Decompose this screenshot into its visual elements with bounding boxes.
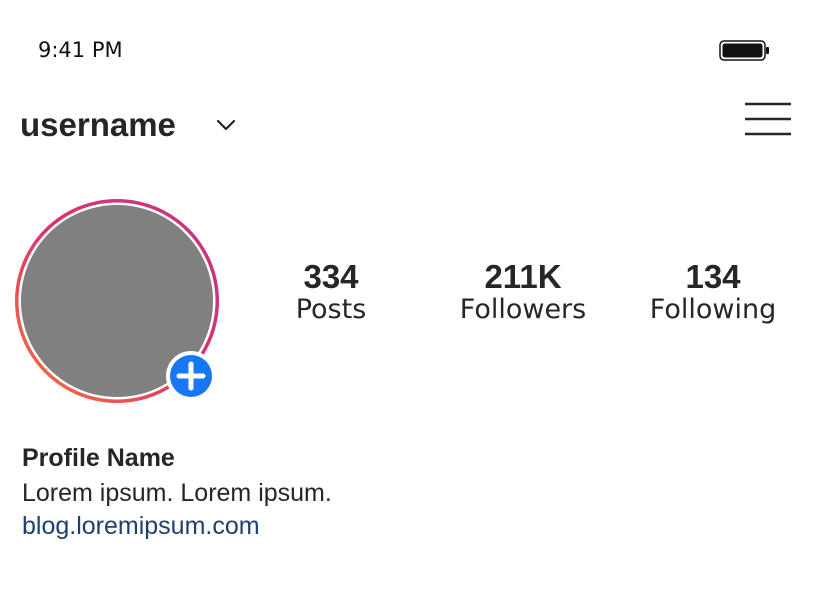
- stat-count: 134: [685, 258, 741, 295]
- status-time: 9:41 PM: [38, 38, 123, 62]
- hamburger-menu-icon[interactable]: [744, 101, 792, 137]
- stat-posts[interactable]: 334 Posts: [246, 257, 416, 327]
- stat-count: 211K: [484, 258, 562, 295]
- chevron-down-icon[interactable]: [215, 117, 237, 133]
- profile-name: Profile Name: [22, 444, 175, 472]
- plus-circle-icon[interactable]: [165, 350, 217, 402]
- stat-label: Followers: [459, 294, 587, 325]
- stat-label: Posts: [295, 294, 367, 325]
- stat-label: Following: [649, 294, 777, 325]
- stat-following[interactable]: 134 Following: [628, 257, 798, 327]
- stat-followers[interactable]: 211K Followers: [438, 257, 608, 327]
- bio-link[interactable]: blog.loremipsum.com: [22, 510, 260, 542]
- bio-text: Lorem ipsum. Lorem ipsum.: [22, 479, 332, 507]
- username-label[interactable]: username: [20, 104, 176, 146]
- stat-count: 334: [303, 258, 359, 295]
- battery-full-icon: [719, 40, 769, 61]
